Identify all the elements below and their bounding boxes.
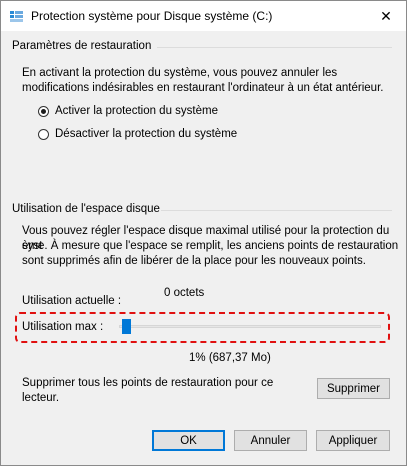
dialog-client: Paramètres de restauration En activant l… <box>1 31 406 465</box>
disk-description-line3: sont supprimés afin de libérer de la pla… <box>22 255 366 267</box>
system-protection-icon <box>10 11 23 22</box>
max-usage-highlight <box>15 312 390 343</box>
close-button[interactable]: ✕ <box>366 1 406 31</box>
delete-button[interactable]: Supprimer <box>317 378 390 399</box>
max-usage-value: 1% (687,37 Mo) <box>189 352 271 364</box>
apply-button[interactable]: Appliquer <box>316 430 390 451</box>
radio-label: Désactiver la protection du système <box>55 128 238 140</box>
group-divider <box>161 210 392 211</box>
restore-description-line2: modifications indésirables en restaurant… <box>22 82 384 94</box>
current-usage-value: 0 octets <box>164 287 205 299</box>
title-bar: Protection système pour Disque système (… <box>1 1 406 31</box>
disk-usage-title: Utilisation de l'espace disque <box>12 203 160 215</box>
restore-settings-title: Paramètres de restauration <box>12 40 152 52</box>
window-title: Protection système pour Disque système (… <box>31 9 273 23</box>
radio-disable-protection[interactable]: Désactiver la protection du système <box>38 128 237 140</box>
group-divider <box>157 47 392 48</box>
radio-button[interactable] <box>38 128 49 140</box>
radio-enable-protection[interactable]: Activer la protection du système <box>38 105 218 117</box>
delete-points-text-line1: Supprimer tous les points de restauratio… <box>22 377 274 389</box>
current-usage-label: Utilisation actuelle : <box>22 295 122 307</box>
radio-label: Activer la protection du système <box>55 105 218 117</box>
cancel-button[interactable]: Annuler <box>234 430 307 451</box>
dialog-window: Protection système pour Disque système (… <box>0 0 407 466</box>
radio-button-checked[interactable] <box>38 105 49 117</box>
close-icon: ✕ <box>380 7 392 24</box>
ok-button[interactable]: OK <box>152 430 225 451</box>
restore-description-line1: En activant la protection du système, vo… <box>22 67 338 79</box>
disk-description-line2: ème. À mesure que l'espace se remplit, l… <box>22 240 399 252</box>
delete-points-text-line2: lecteur. <box>22 392 60 404</box>
